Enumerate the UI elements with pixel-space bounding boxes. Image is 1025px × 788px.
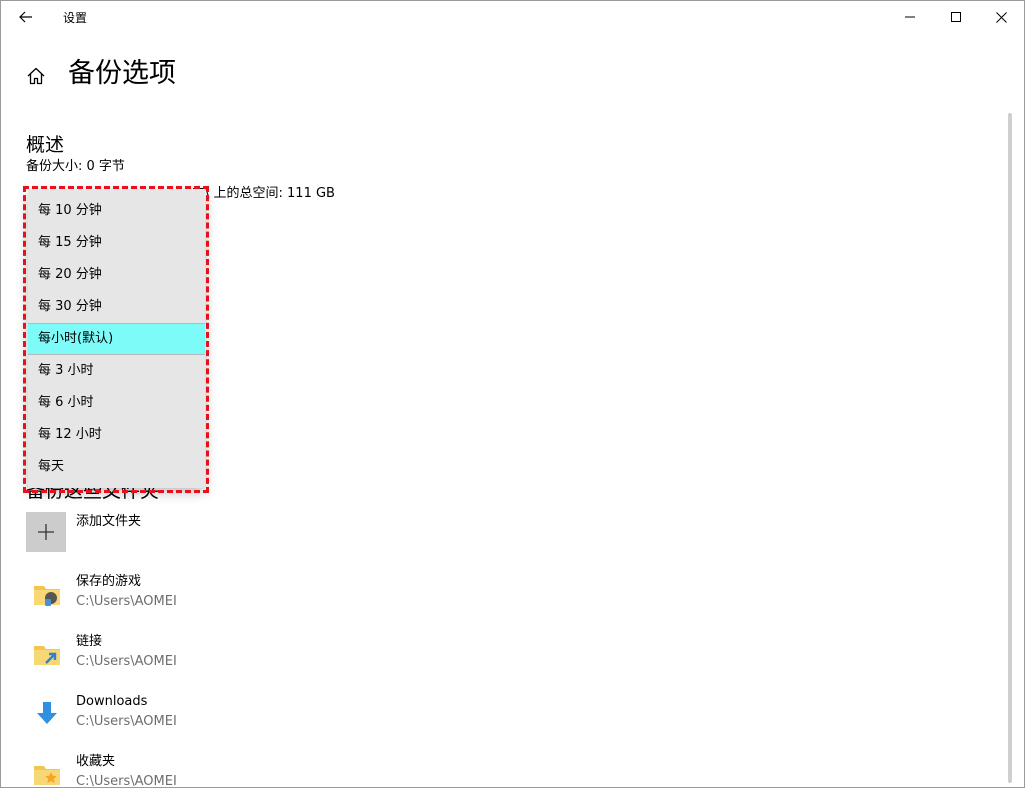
folder-path: C:\Users\AOMEI [76, 654, 177, 669]
frequency-option[interactable]: 每 30 分钟 [28, 291, 205, 323]
frequency-option[interactable]: 每 3 小时 [28, 355, 205, 387]
frequency-option[interactable]: 每 15 分钟 [28, 227, 205, 259]
folder-name: 收藏夹 [76, 754, 116, 769]
minimize-button[interactable] [887, 1, 933, 33]
vertical-scrollbar[interactable] [1008, 113, 1012, 783]
folder-item-saved-games[interactable]: 保存的游戏 C:\Users\AOMEI [26, 573, 326, 617]
close-icon [995, 11, 1007, 23]
frequency-option[interactable]: 每 10 分钟 [28, 195, 205, 227]
saved-games-folder-icon [34, 586, 60, 606]
frequency-option-selected[interactable]: 每小时(默认) [28, 323, 205, 355]
links-folder-icon [34, 646, 60, 665]
folder-name: 保存的游戏 [76, 574, 142, 589]
back-button[interactable] [9, 4, 43, 30]
page-title: 备份选项 [68, 58, 176, 89]
folder-item-favorites[interactable]: 收藏夹 C:\Users\AOMEI [26, 753, 326, 788]
minimize-icon [905, 16, 915, 18]
maximize-icon [951, 12, 961, 22]
title-bar: 设置 [1, 1, 1024, 33]
folder-name: 链接 [76, 634, 103, 649]
folder-path: C:\Users\AOMEI [76, 774, 177, 788]
folder-path: C:\Users\AOMEI [76, 594, 177, 609]
plus-icon [38, 524, 54, 540]
frequency-option[interactable]: 每 12 小时 [28, 419, 205, 451]
total-space-value: 夹\ 上的总空间: 111 GB [192, 186, 335, 201]
maximize-button[interactable] [933, 1, 979, 33]
overview-heading: 概述 [26, 134, 65, 156]
add-folder-label[interactable]: 添加文件夹 [76, 513, 141, 531]
close-button[interactable] [978, 1, 1024, 33]
frequency-option[interactable]: 每天 [28, 451, 205, 483]
folder-item-links[interactable]: 链接 C:\Users\AOMEI [26, 633, 326, 677]
back-arrow-icon [19, 11, 32, 23]
backup-size-text: 备份大小: 0 字节 [26, 159, 125, 174]
folder-path: C:\Users\AOMEI [76, 714, 177, 729]
frequency-option[interactable]: 每 6 小时 [28, 387, 205, 419]
home-button[interactable] [23, 63, 49, 89]
backup-frequency-dropdown[interactable]: 每 10 分钟 每 15 分钟 每 20 分钟 每 30 分钟 每小时(默认) … [28, 189, 205, 488]
settings-window: 设置 备份选项 概述 备份大小: 0 字节 夹\ 上的总空间: 111 GB 备… [0, 0, 1025, 788]
frequency-option[interactable]: 每 20 分钟 [28, 259, 205, 291]
downloads-icon [37, 702, 57, 724]
favorites-folder-icon [34, 766, 60, 785]
folder-name: Downloads [76, 694, 148, 709]
home-icon [27, 67, 45, 85]
folder-item-downloads[interactable]: Downloads C:\Users\AOMEI [26, 693, 326, 737]
app-title: 设置 [63, 11, 88, 25]
add-folder-button[interactable] [26, 512, 66, 552]
